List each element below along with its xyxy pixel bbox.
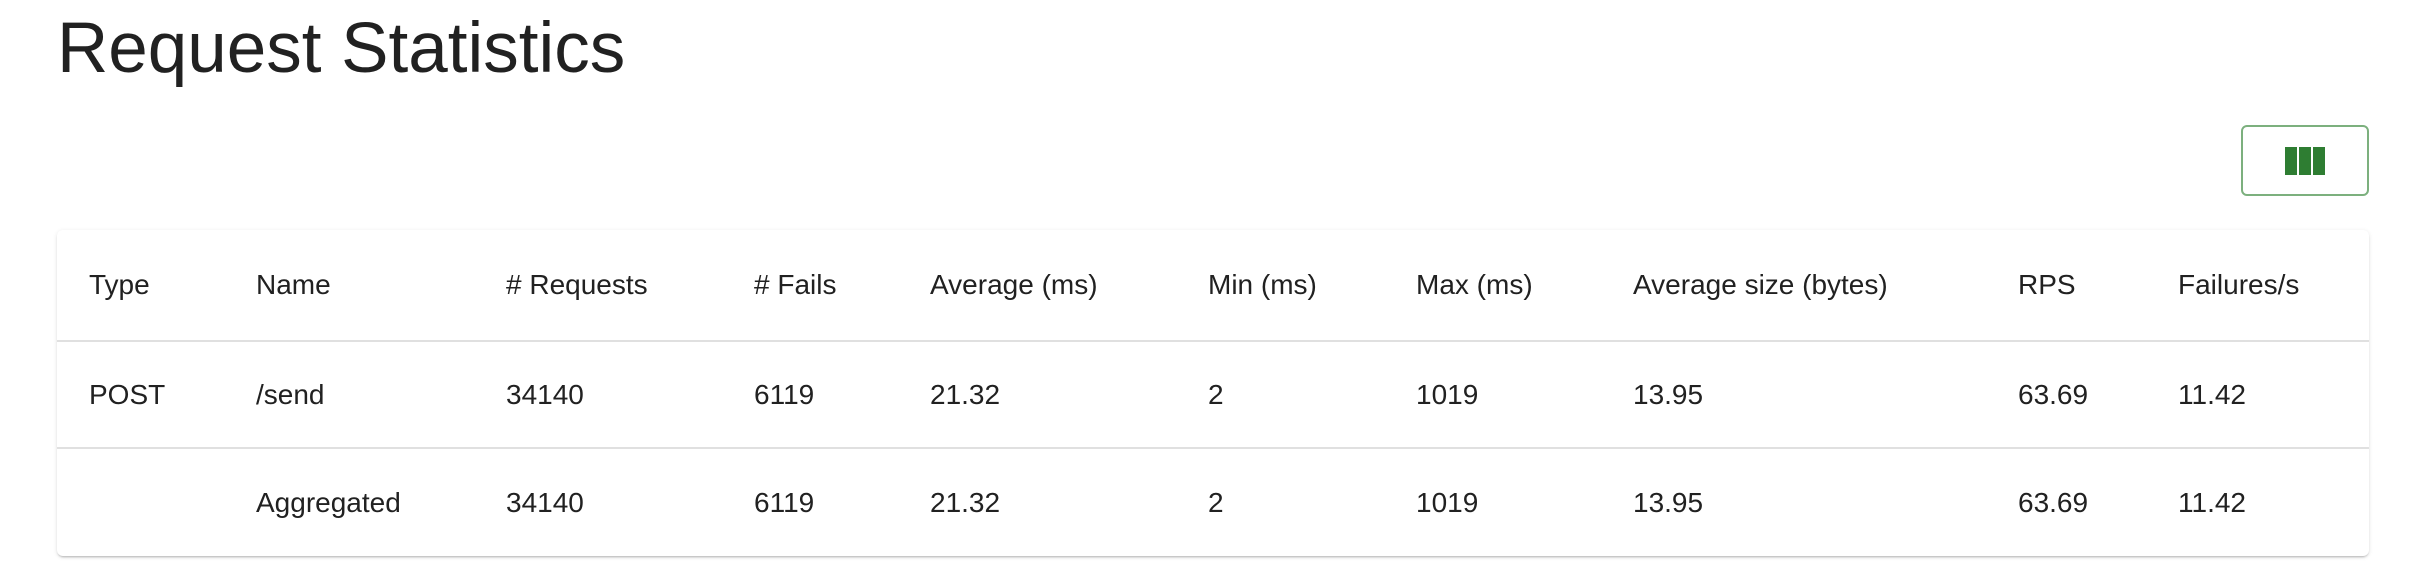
cell-rps: 63.69	[2018, 378, 2089, 410]
column-header-type[interactable]: Type	[89, 230, 150, 340]
column-header-requests[interactable]: # Requests	[506, 230, 648, 340]
cell-average: 21.32	[930, 378, 1001, 410]
column-header-failures-per-s[interactable]: Failures/s	[2178, 230, 2299, 340]
cell-failures-per-s: 11.42	[2178, 486, 2246, 518]
cell-rps: 63.69	[2018, 486, 2089, 518]
cell-avg-size: 13.95	[1633, 378, 1704, 410]
column-header-max[interactable]: Max (ms)	[1416, 230, 1533, 340]
column-header-name[interactable]: Name	[256, 230, 331, 340]
cell-fails: 6119	[754, 378, 815, 410]
cell-type: POST	[89, 378, 166, 410]
cell-requests: 34140	[506, 378, 584, 410]
table-row: POST /send 34140 6119 21.32 2 1019 13.95…	[57, 342, 2369, 449]
cell-name: Aggregated	[256, 486, 401, 518]
column-header-min[interactable]: Min (ms)	[1208, 230, 1317, 340]
cell-avg-size: 13.95	[1633, 486, 1704, 518]
column-header-average[interactable]: Average (ms)	[930, 230, 1098, 340]
cell-max: 1019	[1416, 486, 1479, 518]
cell-max: 1019	[1416, 378, 1479, 410]
table-header-row: Type Name # Requests # Fails Average (ms…	[57, 230, 2369, 342]
table-row-aggregated: Aggregated 34140 6119 21.32 2 1019 13.95…	[57, 449, 2369, 556]
cell-fails: 6119	[754, 486, 815, 518]
cell-name: /send	[256, 378, 325, 410]
request-statistics-table: Type Name # Requests # Fails Average (ms…	[57, 230, 2369, 556]
cell-min: 2	[1208, 378, 1224, 410]
page-title: Request Statistics	[57, 9, 626, 88]
column-header-fails[interactable]: # Fails	[754, 230, 836, 340]
column-header-avg-size[interactable]: Average size (bytes)	[1633, 230, 1888, 340]
cell-requests: 34140	[506, 486, 584, 518]
column-selector-button[interactable]	[2241, 125, 2369, 196]
column-header-rps[interactable]: RPS	[2018, 230, 2076, 340]
cell-min: 2	[1208, 486, 1224, 518]
cell-average: 21.32	[930, 486, 1001, 518]
cell-failures-per-s: 11.42	[2178, 378, 2246, 410]
view-column-icon	[2285, 146, 2325, 175]
